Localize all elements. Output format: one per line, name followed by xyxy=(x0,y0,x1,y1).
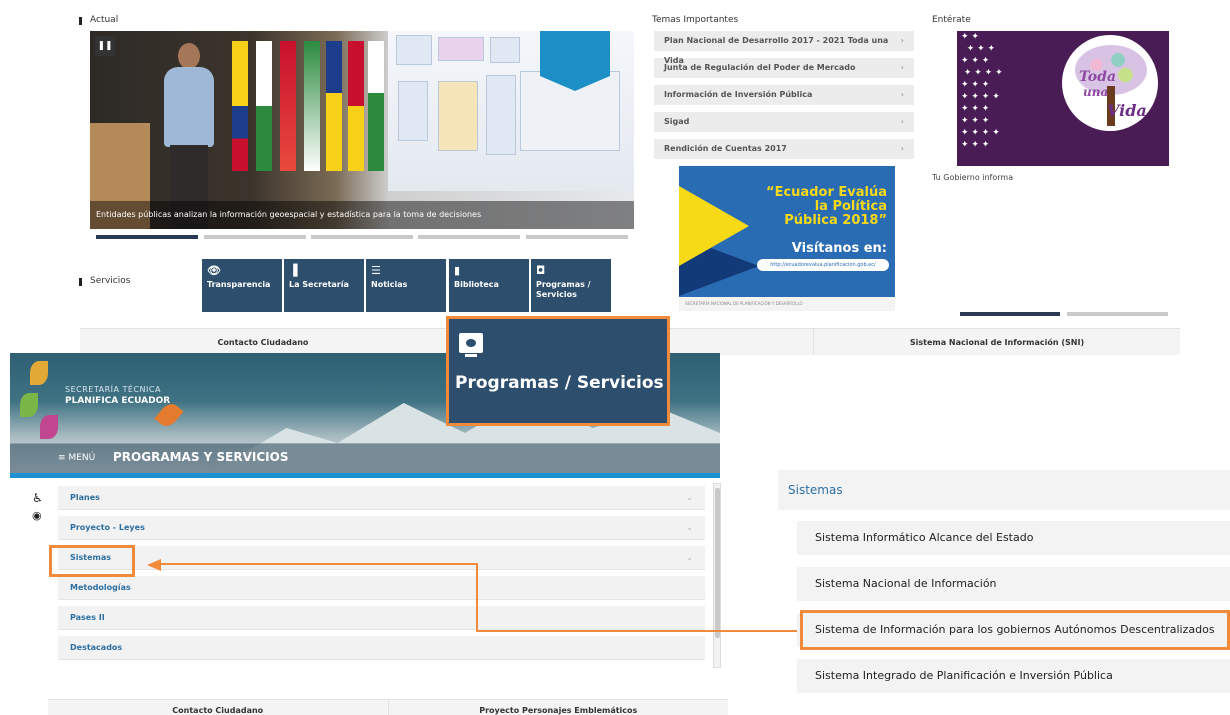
sistema-item[interactable]: Sistema Nacional de Información xyxy=(797,567,1230,601)
arrow-head xyxy=(147,559,161,571)
link-contacto-ciudadano[interactable]: Contacto Ciudadano xyxy=(48,700,389,715)
page-title: PROGRAMAS Y SERVICIOS xyxy=(113,450,289,464)
carousel-dot[interactable] xyxy=(311,235,413,239)
header-stripe xyxy=(10,473,720,478)
accessibility-icon[interactable]: ♿ xyxy=(32,489,43,507)
flag xyxy=(304,41,320,171)
chevron-right-icon: › xyxy=(900,144,904,153)
accordion-item-planes[interactable]: Planes ⌄ xyxy=(58,486,705,510)
link-sni[interactable]: Sistema Nacional de Información (SNI) xyxy=(814,329,1180,355)
accessibility-tools: ♿ ◉ xyxy=(32,489,43,525)
pause-icon[interactable]: ❚❚ xyxy=(95,36,115,56)
toda-una-vida-image[interactable]: ✦ ✦ ✦ ✦ ✦ ✦ ✦ ✦ ✦ ✦ ✦ ✦ ✦ ✦ ✦ ✦ ✦ ✦ ✦ ✦ ✦ ✦ ✦… xyxy=(957,31,1169,166)
brand-logo[interactable]: PLANIFICA ECUADOR xyxy=(65,396,170,406)
arrow-line xyxy=(476,630,800,632)
program-accordion: Planes ⌄ Proyecto - Leyes ⌄ Sistemas ⌄ Meto… xyxy=(58,486,705,666)
news-carousel[interactable]: ❚❚ Entidades públicas analizan la inform… xyxy=(90,31,634,229)
carousel-dot[interactable] xyxy=(96,235,198,239)
flag xyxy=(280,41,296,171)
service-tile-transparencia[interactable]: 👁 Transparencia xyxy=(202,259,282,312)
section-title-temas: Temas Importantes xyxy=(652,15,739,25)
menu-bar: ≡ MENÚ PROGRAMAS Y SERVICIOS xyxy=(10,443,720,473)
accordion-item-destacados[interactable]: Destacados xyxy=(58,636,705,660)
flag xyxy=(256,41,272,171)
sistemas-highlight-box xyxy=(49,545,135,577)
chevron-right-icon: › xyxy=(900,63,904,72)
building-icon: ▐ xyxy=(289,264,298,277)
carousel-caption[interactable]: Entidades públicas analizan la informaci… xyxy=(90,201,634,229)
sigad-highlight-box xyxy=(800,610,1230,650)
chevron-down-icon: ⌄ xyxy=(686,553,693,562)
banner-footer: SECRETARÍA NACIONAL DE PLANIFICACIÓN Y D… xyxy=(679,297,895,311)
sistema-item[interactable]: Sistema Informático Alcance del Estado xyxy=(797,521,1230,555)
sistemas-heading[interactable]: Sistemas xyxy=(778,470,1230,510)
eye-icon: 👁 xyxy=(207,264,221,277)
list-icon: ☰ xyxy=(371,264,381,277)
programas-servicios-callout: Programas / Servicios xyxy=(446,316,670,426)
scrollbar-thumb[interactable] xyxy=(715,488,720,638)
ecuador-evalua-banner[interactable]: “Ecuador Evalúa la Política Pública 2018… xyxy=(679,166,895,311)
banner-url[interactable]: http://ecuadorevalua.planificacion.gob.e… xyxy=(757,259,889,271)
carousel-dot[interactable] xyxy=(960,312,1060,316)
service-tile-programas[interactable]: ◘ Programas / Servicios xyxy=(531,259,611,312)
monitor-icon xyxy=(459,333,483,357)
birds-decoration: ✦ ✦ ✦ ✦ ✦ ✦ ✦ ✦ ✦ ✦ ✦ ✦ ✦ ✦ ✦ ✦ ✦ ✦ ✦ ✦ ✦ ✦ ✦… xyxy=(961,32,1003,150)
callout-label: Programas / Servicios xyxy=(455,373,664,393)
service-tile-secretaria[interactable]: ▐ La Secretaría xyxy=(284,259,364,312)
arrow-line xyxy=(476,563,478,632)
banner-visit: Visítanos en: xyxy=(791,241,887,256)
arrow-line xyxy=(160,563,477,565)
section-title-actual: Actual xyxy=(78,15,119,25)
monitor-icon: ◘ xyxy=(536,264,546,277)
flag xyxy=(348,41,364,171)
sistema-item[interactable]: Sistema Integrado de Planificación e Inv… xyxy=(797,659,1230,693)
scrollbar[interactable] xyxy=(713,483,721,668)
flag xyxy=(232,41,248,171)
carousel-dot[interactable] xyxy=(1067,312,1168,316)
section-title-enterate: Entérate xyxy=(932,15,971,25)
chevron-right-icon: › xyxy=(900,117,904,126)
tema-item[interactable]: Sigad › xyxy=(654,112,914,132)
tema-item[interactable]: Información de Inversión Pública › xyxy=(654,85,914,105)
link-personajes-emblematicos[interactable]: Proyecto Personajes Emblemáticos xyxy=(389,700,729,715)
eye-icon[interactable]: ◉ xyxy=(32,507,43,525)
accordion-item-pases[interactable]: Pases II xyxy=(58,606,705,630)
tema-item[interactable]: Rendición de Cuentas 2017 › xyxy=(654,139,914,159)
service-tile-biblioteca[interactable]: ▮ Biblioteca xyxy=(449,259,529,312)
book-icon: ▮ xyxy=(454,264,461,277)
tu-gobierno-caption: Tu Gobierno informa xyxy=(932,173,1014,182)
flag xyxy=(368,41,384,171)
lower-footer-links: Contacto Ciudadano Proyecto Personajes E… xyxy=(48,699,728,715)
section-title-servicios: Servicios xyxy=(78,276,131,286)
enterate-indicators xyxy=(960,312,1168,316)
tema-item[interactable]: Junta de Regulación del Poder de Mercado… xyxy=(654,58,914,78)
accordion-item-proyecto-leyes[interactable]: Proyecto - Leyes ⌄ xyxy=(58,516,705,540)
flag xyxy=(326,41,342,171)
chevron-right-icon: › xyxy=(900,90,904,99)
accordion-item-metodologias[interactable]: Metodologías xyxy=(58,576,705,600)
carousel-indicators xyxy=(96,235,628,239)
carousel-dot[interactable] xyxy=(204,235,306,239)
temas-importantes-list: Plan Nacional de Desarrollo 2017 - 2021 … xyxy=(654,31,914,166)
service-tile-noticias[interactable]: ☰ Noticias xyxy=(366,259,446,312)
banner-title: “Ecuador Evalúa la Política Pública 2018… xyxy=(766,185,887,228)
link-contacto-ciudadano[interactable]: Contacto Ciudadano xyxy=(80,329,447,355)
brand-top: SECRETARÍA TÉCNICA xyxy=(65,385,161,394)
chevron-down-icon: ⌄ xyxy=(686,493,693,502)
tema-item[interactable]: Plan Nacional de Desarrollo 2017 - 2021 … xyxy=(654,31,914,65)
chevron-down-icon: ⌄ xyxy=(686,523,693,532)
menu-button[interactable]: ≡ MENÚ xyxy=(58,453,95,463)
carousel-dot[interactable] xyxy=(526,235,628,239)
carousel-dot[interactable] xyxy=(418,235,520,239)
chevron-right-icon: › xyxy=(900,36,904,45)
